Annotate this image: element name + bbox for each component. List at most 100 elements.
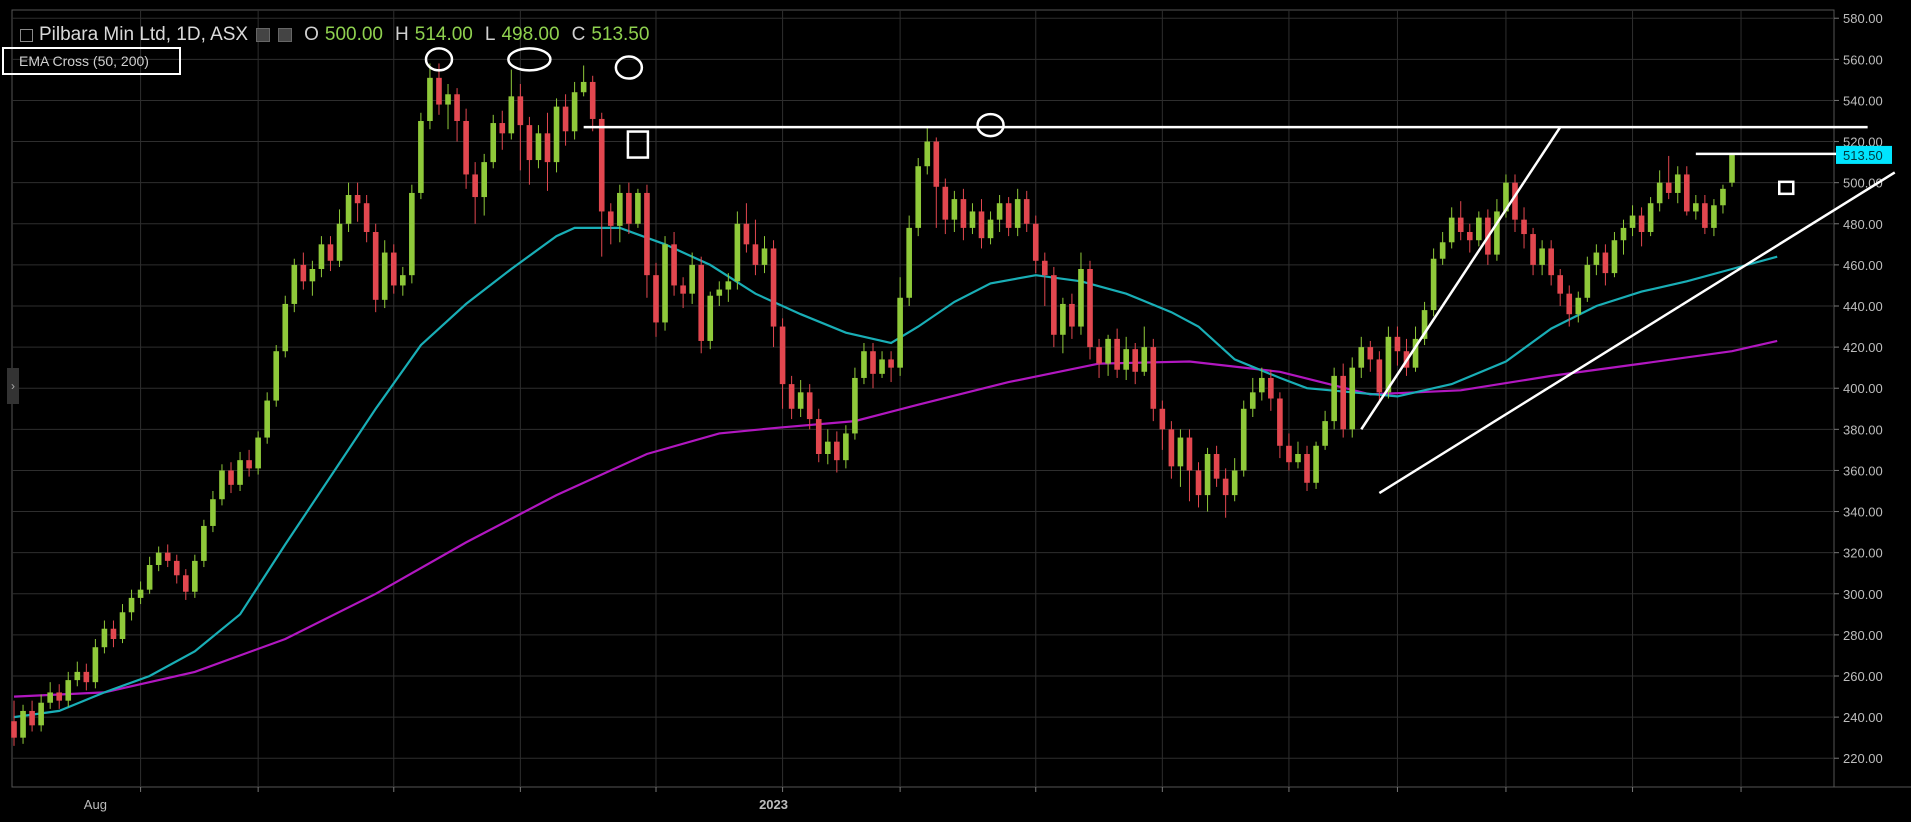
- candle-body: [182, 575, 189, 592]
- candle-body: [1557, 275, 1564, 294]
- candle-body: [671, 244, 677, 286]
- candle-body: [1168, 429, 1175, 467]
- peak-circle-marker[interactable]: [976, 112, 1005, 138]
- candle-body: [65, 680, 72, 701]
- candle-body: [74, 671, 81, 681]
- chart-window: 580.00 560.00 540.00 520.00 500.00 480.00 460.…: [0, 0, 1911, 822]
- candle-body: [1340, 375, 1346, 430]
- candle-body: [1159, 408, 1166, 430]
- candle-body: [381, 252, 388, 300]
- candle-body: [553, 106, 560, 163]
- candle-body: [508, 96, 515, 134]
- symbol-title: Pilbara Min Ltd, 1D, ASX: [39, 24, 249, 45]
- candle-body: [1367, 347, 1374, 360]
- candle-body: [1548, 248, 1554, 276]
- candle-body: [761, 248, 768, 265]
- candle-body: [1304, 454, 1310, 483]
- candle-body: [1177, 437, 1184, 467]
- candle-body: [834, 441, 840, 461]
- candle-body: [146, 565, 153, 590]
- candle-body: [1702, 203, 1708, 228]
- candle-body: [861, 351, 867, 378]
- x-tick-label: 2023: [759, 797, 788, 812]
- candlestick-chart[interactable]: 580.00560.00540.00520.00500.00480.00460.…: [0, 0, 1911, 822]
- candle-body: [1114, 338, 1120, 370]
- settings-icon[interactable]: [256, 28, 271, 42]
- candle-body: [897, 297, 903, 368]
- source-icon[interactable]: [278, 28, 293, 42]
- candle-body: [824, 441, 831, 454]
- candle-body: [1186, 437, 1193, 471]
- candle-body: [1674, 174, 1681, 193]
- indicator-label[interactable]: EMA Cross (50, 200): [2, 47, 181, 75]
- chart-legend: Pilbara Min Ltd, 1D, ASX O 500.00 H 514.00…: [20, 24, 649, 46]
- candle-body: [598, 118, 605, 212]
- candle-body: [571, 92, 578, 132]
- candle-body: [56, 692, 63, 701]
- y-tick-label: 480.00: [1843, 217, 1883, 232]
- candle-body: [951, 199, 958, 220]
- y-tick-label: 360.00: [1843, 463, 1883, 478]
- candle-body: [1647, 203, 1654, 232]
- candle-body: [888, 359, 894, 368]
- candle-body: [345, 195, 352, 224]
- candle-body: [1150, 347, 1157, 409]
- y-tick-label: 220.00: [1843, 751, 1883, 766]
- candle-body: [201, 525, 207, 561]
- support-trendline[interactable]: [1378, 171, 1896, 495]
- candle-body: [83, 671, 90, 683]
- candle-body: [1575, 297, 1582, 315]
- ema-50-line: [13, 226, 1778, 719]
- candle-body: [1240, 408, 1247, 471]
- candle-body: [1295, 454, 1301, 463]
- collapse-icon[interactable]: [20, 28, 33, 42]
- candle-body: [752, 244, 759, 265]
- box-marker[interactable]: [626, 130, 650, 159]
- candle-body: [1466, 232, 1473, 241]
- peak-circle-marker[interactable]: [614, 55, 644, 80]
- candle-body: [1620, 227, 1627, 241]
- candle-body: [499, 123, 506, 134]
- candle-body: [1096, 347, 1102, 364]
- candle-body: [255, 437, 261, 469]
- candle-body: [372, 232, 379, 300]
- candle-body: [626, 192, 632, 224]
- candle-body: [1457, 217, 1464, 232]
- candle-body: [119, 612, 126, 639]
- candle-body: [427, 77, 433, 121]
- candle-body: [1638, 215, 1645, 232]
- candle-body: [1132, 349, 1139, 372]
- candle-body: [843, 433, 849, 461]
- candle-body: [1195, 470, 1202, 496]
- expand-panel-icon[interactable]: ›: [7, 368, 19, 404]
- candle-body: [1123, 349, 1129, 370]
- wedge-trendline[interactable]: [1360, 126, 1562, 431]
- candle-body: [996, 203, 1003, 220]
- y-tick-label: 260.00: [1843, 669, 1883, 684]
- candle-body: [526, 125, 533, 161]
- candle-body: [155, 552, 162, 565]
- candle-body: [969, 211, 976, 228]
- candle-body: [1358, 347, 1365, 368]
- candle-body: [1530, 234, 1536, 265]
- candle-body: [788, 384, 795, 409]
- candle-body: [1476, 217, 1482, 241]
- candle-body: [870, 351, 876, 374]
- candle-body: [644, 192, 650, 276]
- candle-body: [680, 285, 686, 294]
- candle-body: [1494, 211, 1500, 255]
- candle-body: [725, 281, 732, 290]
- candle-body: [635, 192, 641, 224]
- candle-body: [1014, 199, 1021, 228]
- y-tick-label: 240.00: [1843, 710, 1883, 725]
- candle-body: [1629, 215, 1636, 228]
- low-key: L: [484, 24, 496, 45]
- candle-body: [92, 647, 99, 683]
- candle-body: [906, 227, 912, 298]
- low-value: 498.00: [501, 24, 560, 45]
- candle-body: [1041, 260, 1048, 276]
- box-marker[interactable]: [1778, 180, 1795, 196]
- candle-body: [806, 392, 813, 420]
- candle-body: [128, 597, 135, 613]
- candle-body: [192, 560, 198, 592]
